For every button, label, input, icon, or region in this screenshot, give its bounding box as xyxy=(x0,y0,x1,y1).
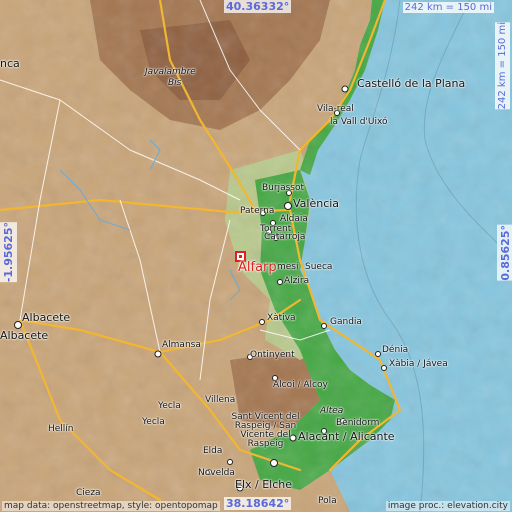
place-label: Pola xyxy=(318,496,337,506)
place-label: Villena xyxy=(205,395,236,405)
credit-right: image proc.: elevation.city xyxy=(385,501,510,511)
place-label: Bis xyxy=(168,78,182,88)
credit-left: map data: openstreetmap, style: opentopo… xyxy=(2,501,220,511)
place-label: Almansa xyxy=(162,340,201,350)
place-label: Sant Vicent del Raspeig / San Vicente de… xyxy=(231,412,300,449)
place-label: Yecla xyxy=(158,401,181,411)
place-label: Castelló de la Plana xyxy=(357,77,466,90)
place-label: Dénia xyxy=(382,345,409,355)
place-label: la Vall d'Uixó xyxy=(330,117,388,127)
scale-horizontal: 242 km = 150 mi xyxy=(402,2,494,13)
place-label: Elda xyxy=(203,446,223,456)
place-label: Albacete xyxy=(0,329,49,342)
place-label: Novelda xyxy=(198,468,235,478)
place-label: Cieza xyxy=(76,488,101,498)
place-label: Sueca xyxy=(305,262,333,272)
place-label: Benidorm xyxy=(336,418,380,428)
target-place-label: Alfarp xyxy=(238,260,277,275)
coord-bottom: 38.18642° xyxy=(224,497,292,510)
coord-top: 40.36332° xyxy=(224,0,292,13)
coord-left: -1.95625° xyxy=(0,222,17,283)
place-label: Alzira xyxy=(284,276,310,286)
place-label: Elx / Elche xyxy=(235,478,293,491)
place-label: Ontinyent xyxy=(250,350,295,360)
place-label: Catarroja xyxy=(264,232,306,242)
place-label: Javalambre xyxy=(145,67,196,77)
place-label: mesí xyxy=(277,262,299,272)
place-label: Gandia xyxy=(330,317,362,327)
place-label: Alcoi / Alcoy xyxy=(273,380,328,390)
place-label: Hellín xyxy=(48,424,74,434)
place-label: nca xyxy=(0,57,20,70)
place-label: Xàtiva xyxy=(267,313,296,323)
place-label: Aldaia xyxy=(280,214,308,224)
place-label: Albacete xyxy=(22,311,71,324)
place-label: Yecla xyxy=(142,417,165,427)
place-label: València xyxy=(293,197,340,210)
coord-right: 0.85625° xyxy=(497,225,512,281)
place-label: Xàbia / Jávea xyxy=(389,359,448,369)
place-label: Altea xyxy=(320,406,344,416)
place-label: Vila-real xyxy=(317,104,354,114)
place-label: Paterna xyxy=(240,206,275,216)
scale-vertical: 242 km = 150 mi xyxy=(495,22,510,110)
place-label: Burjassot xyxy=(262,183,305,193)
place-label: Alacant / Alicante xyxy=(298,430,395,443)
